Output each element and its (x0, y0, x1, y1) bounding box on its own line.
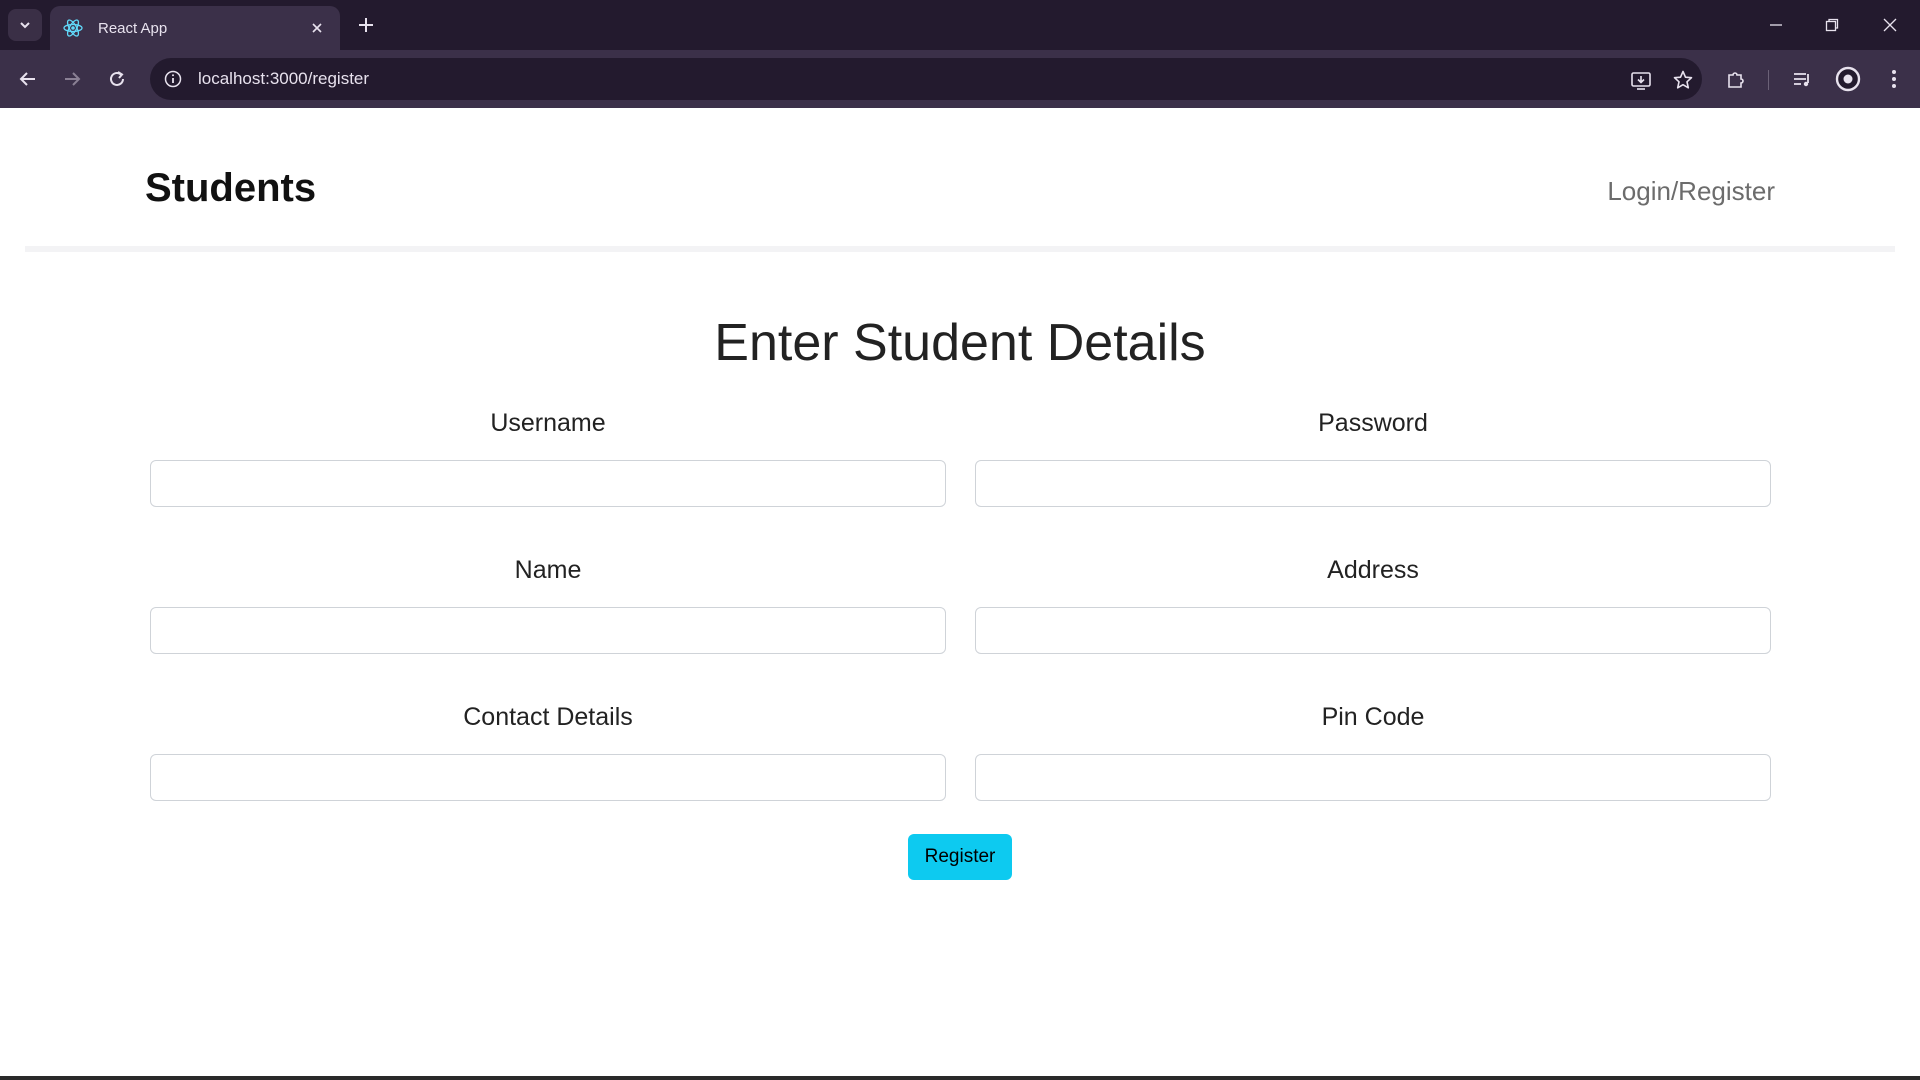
address-label: Address (1327, 556, 1419, 584)
username-input[interactable] (150, 460, 946, 507)
brand-title[interactable]: Students (145, 166, 316, 211)
minimize-icon (1770, 24, 1782, 26)
address-bar[interactable]: localhost:3000/register (150, 58, 1702, 100)
name-input[interactable] (150, 607, 946, 654)
address-field-group: Address (975, 553, 1771, 654)
password-input[interactable] (975, 460, 1771, 507)
minimize-button[interactable] (1758, 9, 1794, 41)
profile-avatar-icon[interactable] (1834, 65, 1862, 93)
browser-toolbar: localhost:3000/register (0, 50, 1920, 108)
media-controls-icon[interactable] (1788, 65, 1816, 93)
browser-tab[interactable]: React App (50, 6, 340, 50)
contact-field-group: Contact Details (150, 700, 946, 801)
install-app-icon[interactable] (1628, 67, 1654, 93)
reload-icon (110, 71, 124, 86)
restore-button[interactable] (1814, 9, 1850, 41)
site-info-icon[interactable] (162, 68, 184, 90)
page-title: Enter Student Details (714, 314, 1206, 372)
back-button[interactable] (12, 63, 44, 95)
address-input[interactable] (975, 607, 1771, 654)
tab-title: React App (98, 19, 168, 37)
register-button[interactable]: Register (908, 834, 1012, 880)
name-label: Name (514, 556, 582, 584)
new-tab-button[interactable] (352, 11, 380, 39)
navbar: Students Login/Register (25, 108, 1895, 252)
bottom-border (0, 1076, 1920, 1080)
password-field-group: Password (975, 406, 1771, 507)
more-menu-icon[interactable] (1880, 65, 1908, 93)
restore-icon (1825, 18, 1839, 32)
arrow-left-icon (19, 72, 35, 86)
pin-code-input[interactable] (975, 754, 1771, 801)
tab-search-button[interactable] (8, 9, 42, 41)
plus-icon (359, 18, 373, 32)
arrow-right-icon (65, 72, 81, 86)
chevron-down-icon (20, 22, 30, 29)
contact-details-input[interactable] (150, 754, 946, 801)
forward-button[interactable] (56, 63, 88, 95)
tab-strip: React App (0, 0, 1920, 50)
close-window-button[interactable] (1872, 9, 1908, 41)
close-tab-icon[interactable] (306, 17, 328, 39)
username-field-group: Username (150, 406, 946, 507)
page-content: Students Login/Register Enter Student De… (0, 108, 1920, 1080)
contact-details-label: Contact Details (463, 703, 633, 731)
extensions-icon[interactable] (1722, 65, 1750, 93)
username-label: Username (490, 409, 606, 437)
toolbar-divider (1768, 70, 1769, 90)
pincode-field-group: Pin Code (975, 700, 1771, 801)
react-icon (62, 17, 84, 39)
name-field-group: Name (150, 553, 946, 654)
pin-code-label: Pin Code (1321, 703, 1425, 731)
url-text: localhost:3000/register (198, 69, 370, 88)
password-label: Password (1318, 409, 1428, 437)
reload-button[interactable] (101, 63, 133, 95)
close-icon (1883, 18, 1897, 32)
login-register-link[interactable]: Login/Register (1607, 176, 1775, 207)
bookmark-star-icon[interactable] (1670, 67, 1696, 93)
